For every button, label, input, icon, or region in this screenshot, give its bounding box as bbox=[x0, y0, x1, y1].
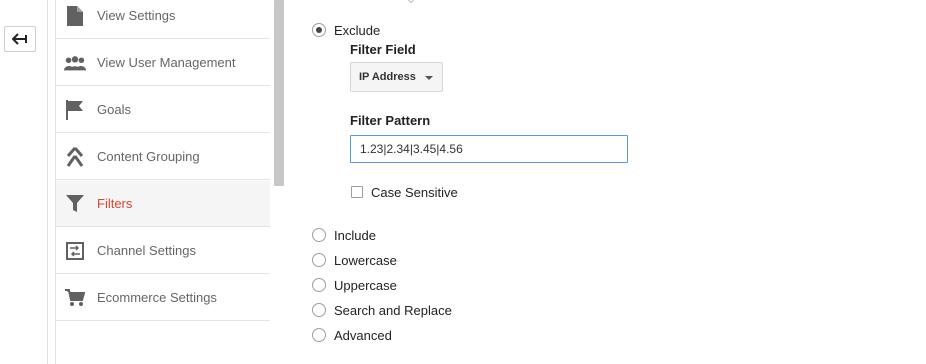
radio-search-and-replace[interactable]: Search and Replace bbox=[312, 300, 452, 320]
sidebar-item-filters[interactable]: Filters bbox=[56, 181, 270, 227]
radio-button[interactable] bbox=[312, 303, 326, 317]
filter-form: Exclude Filter Field IP Address Filter P… bbox=[300, 0, 926, 364]
back-arrow-icon bbox=[12, 33, 27, 45]
case-sensitive-checkbox[interactable] bbox=[351, 186, 363, 198]
sidebar-item-goals[interactable]: Goals bbox=[56, 87, 270, 133]
radio-button[interactable] bbox=[312, 23, 326, 37]
radio-advanced[interactable]: Advanced bbox=[312, 325, 392, 345]
sidebar-item-label: Channel Settings bbox=[97, 243, 197, 258]
radio-label: Uppercase bbox=[334, 277, 397, 293]
back-button[interactable] bbox=[4, 26, 36, 52]
document-icon bbox=[64, 6, 86, 26]
flag-icon bbox=[64, 100, 86, 120]
sidebar-item-label: View User Management bbox=[97, 55, 236, 70]
sidebar-item-view-user-management[interactable]: View User Management bbox=[56, 40, 270, 86]
sidebar-item-channel-settings[interactable]: Channel Settings bbox=[56, 228, 270, 274]
partial-icon bbox=[64, 335, 86, 355]
filter-field-dropdown[interactable]: IP Address bbox=[350, 62, 443, 92]
radio-button[interactable] bbox=[312, 228, 326, 242]
sidebar-item-view-settings[interactable]: View Settings bbox=[56, 0, 270, 39]
channel-icon bbox=[64, 241, 86, 261]
radio-button[interactable] bbox=[312, 278, 326, 292]
sidebar-scrollbar[interactable] bbox=[274, 0, 284, 186]
case-sensitive-row[interactable]: Case Sensitive bbox=[351, 183, 458, 201]
radio-button[interactable] bbox=[312, 328, 326, 342]
radio-label: Search and Replace bbox=[334, 302, 452, 318]
radio-label: Include bbox=[334, 227, 376, 243]
radio-button[interactable] bbox=[312, 253, 326, 267]
sidebar-item-ecommerce-settings[interactable]: Ecommerce Settings bbox=[56, 275, 270, 321]
sidebar-item-partial[interactable] bbox=[56, 322, 270, 364]
filter-field-label: Filter Field bbox=[350, 42, 416, 57]
chevron-down-icon bbox=[406, 0, 416, 4]
left-strip bbox=[0, 0, 48, 364]
dropdown-value: IP Address bbox=[359, 71, 416, 83]
caret-down-icon bbox=[425, 76, 433, 80]
radio-label: Exclude bbox=[334, 22, 381, 38]
radio-uppercase[interactable]: Uppercase bbox=[312, 275, 397, 295]
sidebar-item-label: Goals bbox=[97, 102, 131, 117]
admin-sidebar: View Settings View User Management Goals… bbox=[55, 0, 270, 364]
radio-lowercase[interactable]: Lowercase bbox=[312, 250, 397, 270]
sidebar-item-content-grouping[interactable]: Content Grouping bbox=[56, 134, 270, 180]
sidebar-item-label: Filters bbox=[97, 196, 133, 211]
users-icon bbox=[64, 53, 86, 73]
cart-icon bbox=[64, 288, 86, 308]
grouping-icon bbox=[64, 147, 86, 167]
radio-label: Advanced bbox=[334, 327, 392, 343]
radio-label: Lowercase bbox=[334, 252, 397, 268]
case-sensitive-label: Case Sensitive bbox=[371, 184, 458, 200]
sidebar-item-label: Content Grouping bbox=[97, 149, 200, 164]
filter-pattern-label: Filter Pattern bbox=[350, 113, 431, 128]
filter-icon bbox=[64, 194, 86, 214]
sidebar-item-label: View Settings bbox=[97, 8, 176, 23]
filter-pattern-input[interactable] bbox=[350, 135, 628, 163]
radio-exclude[interactable]: Exclude bbox=[312, 20, 380, 40]
sidebar-item-label: Ecommerce Settings bbox=[97, 290, 217, 305]
radio-include[interactable]: Include bbox=[312, 225, 376, 245]
